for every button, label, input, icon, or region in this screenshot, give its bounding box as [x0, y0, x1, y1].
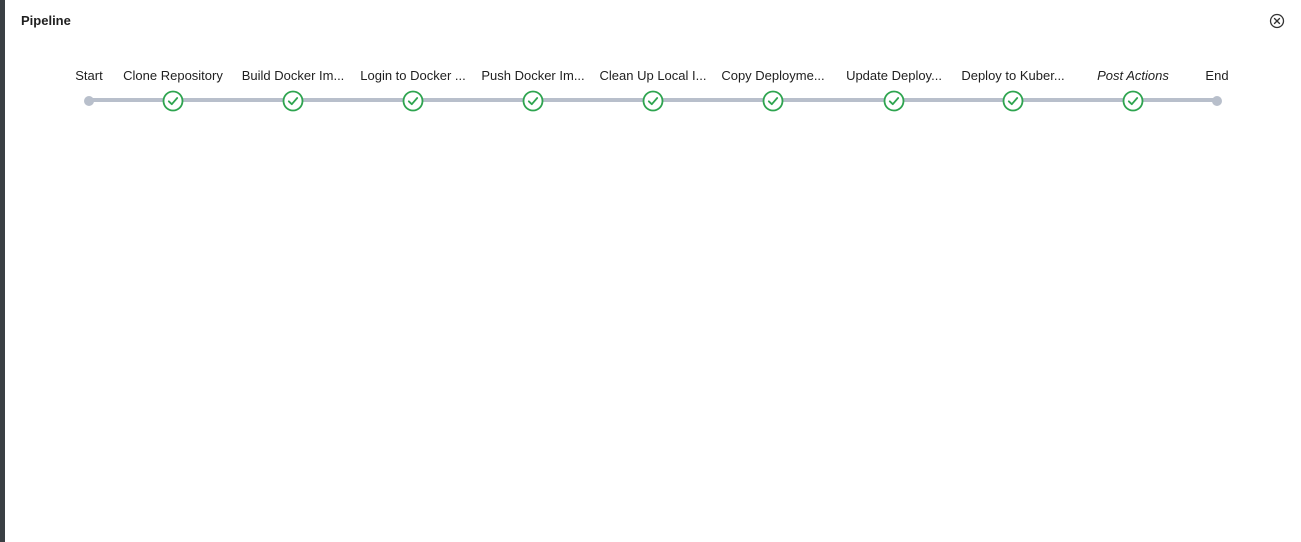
pipeline-dialog: Pipeline Start Clone Repository Build Dock…: [5, 0, 1301, 542]
close-icon[interactable]: [1268, 12, 1286, 30]
stage-label: Build Docker Im...: [241, 68, 345, 83]
success-check-icon[interactable]: [162, 90, 184, 112]
success-check-icon[interactable]: [883, 90, 905, 112]
success-check-icon[interactable]: [642, 90, 664, 112]
terminal-dot: [1212, 96, 1222, 106]
stage-label: Copy Deployme...: [721, 68, 825, 83]
pipeline-stage: End: [1157, 66, 1277, 114]
stage-label: Deploy to Kuber...: [961, 68, 1065, 83]
terminal-dot: [84, 96, 94, 106]
dialog-title: Pipeline: [21, 13, 71, 28]
success-check-icon[interactable]: [522, 90, 544, 112]
pipeline-stage[interactable]: Deploy to Kuber...: [953, 66, 1073, 114]
pipeline-stage[interactable]: Update Deploy...: [834, 66, 954, 114]
stage-label: Update Deploy...: [846, 68, 942, 83]
pipeline-stage[interactable]: Clean Up Local I...: [593, 66, 713, 114]
success-check-icon[interactable]: [1122, 90, 1144, 112]
pipeline-stage[interactable]: Push Docker Im...: [473, 66, 593, 114]
pipeline-stage[interactable]: Login to Docker ...: [353, 66, 473, 114]
success-check-icon[interactable]: [762, 90, 784, 112]
stage-label: Clone Repository: [123, 68, 223, 83]
success-check-icon[interactable]: [402, 90, 424, 112]
pipeline-stage[interactable]: Clone Repository: [113, 66, 233, 114]
stage-label: Clean Up Local I...: [599, 68, 707, 83]
pipeline-stage[interactable]: Copy Deployme...: [713, 66, 833, 114]
stage-label: Login to Docker ...: [360, 68, 466, 83]
stage-label: Push Docker Im...: [481, 68, 585, 83]
success-check-icon[interactable]: [1002, 90, 1024, 112]
success-check-icon[interactable]: [282, 90, 304, 112]
pipeline-stage[interactable]: Build Docker Im...: [233, 66, 353, 114]
stage-label: End: [1205, 68, 1229, 83]
